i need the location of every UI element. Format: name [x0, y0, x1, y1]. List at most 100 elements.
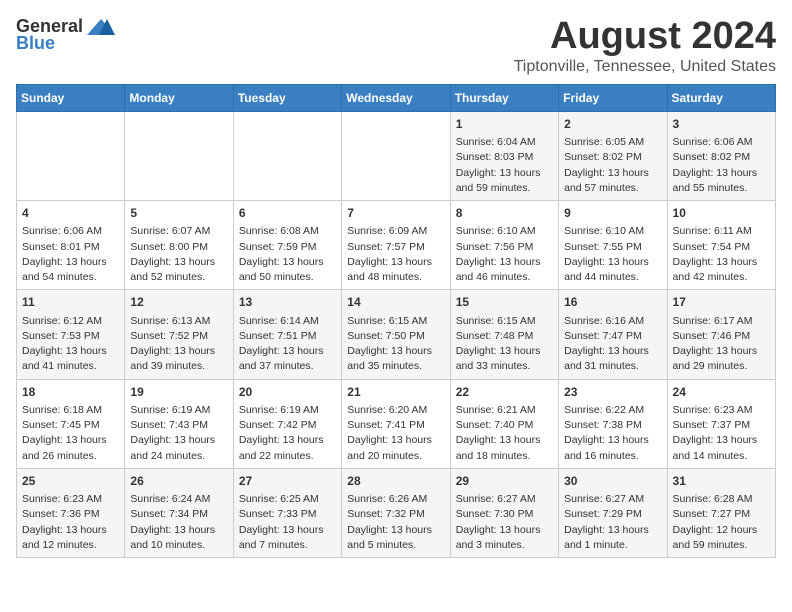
- day-number: 20: [239, 384, 336, 401]
- day-number: 22: [456, 384, 553, 401]
- cell-content: Sunrise: 6:23 AM Sunset: 7:36 PM Dayligh…: [22, 492, 119, 553]
- calendar-cell: 4 Sunrise: 6:06 AM Sunset: 8:01 PM Daylig…: [17, 201, 125, 290]
- cell-content: Sunrise: 6:24 AM Sunset: 7:34 PM Dayligh…: [130, 492, 227, 553]
- day-header-wednesday: Wednesday: [342, 84, 450, 111]
- cell-content: Sunrise: 6:10 AM Sunset: 7:56 PM Dayligh…: [456, 224, 553, 285]
- day-number: 17: [673, 294, 770, 311]
- calendar-cell: [125, 111, 233, 200]
- day-number: 16: [564, 294, 661, 311]
- day-number: 12: [130, 294, 227, 311]
- cell-content: Sunrise: 6:22 AM Sunset: 7:38 PM Dayligh…: [564, 403, 661, 464]
- calendar-week-row: 1 Sunrise: 6:04 AM Sunset: 8:03 PM Daylig…: [17, 111, 776, 200]
- title-area: August 2024 Tiptonville, Tennessee, Unit…: [514, 16, 776, 76]
- header: General Blue August 2024 Tiptonville, Te…: [16, 16, 776, 76]
- day-header-monday: Monday: [125, 84, 233, 111]
- calendar-cell: [342, 111, 450, 200]
- cell-content: Sunrise: 6:12 AM Sunset: 7:53 PM Dayligh…: [22, 314, 119, 375]
- page-title: August 2024: [514, 16, 776, 58]
- cell-content: Sunrise: 6:13 AM Sunset: 7:52 PM Dayligh…: [130, 314, 227, 375]
- calendar-cell: 24 Sunrise: 6:23 AM Sunset: 7:37 PM Dayli…: [667, 379, 775, 468]
- calendar-week-row: 4 Sunrise: 6:06 AM Sunset: 8:01 PM Daylig…: [17, 201, 776, 290]
- cell-content: Sunrise: 6:14 AM Sunset: 7:51 PM Dayligh…: [239, 314, 336, 375]
- day-header-thursday: Thursday: [450, 84, 558, 111]
- cell-content: Sunrise: 6:15 AM Sunset: 7:48 PM Dayligh…: [456, 314, 553, 375]
- calendar-cell: 21 Sunrise: 6:20 AM Sunset: 7:41 PM Dayli…: [342, 379, 450, 468]
- calendar-cell: 9Sunrise: 6:10 AM Sunset: 7:55 PM Daylig…: [559, 201, 667, 290]
- calendar-cell: 23 Sunrise: 6:22 AM Sunset: 7:38 PM Dayli…: [559, 379, 667, 468]
- cell-content: Sunrise: 6:06 AM Sunset: 8:01 PM Dayligh…: [22, 224, 119, 285]
- calendar-cell: 27Sunrise: 6:25 AM Sunset: 7:33 PM Dayli…: [233, 468, 341, 557]
- day-number: 6: [239, 205, 336, 222]
- cell-content: Sunrise: 6:15 AM Sunset: 7:50 PM Dayligh…: [347, 314, 444, 375]
- day-number: 26: [130, 473, 227, 490]
- day-number: 5: [130, 205, 227, 222]
- calendar-cell: 13 Sunrise: 6:14 AM Sunset: 7:51 PM Dayli…: [233, 290, 341, 379]
- calendar-cell: 14 Sunrise: 6:15 AM Sunset: 7:50 PM Dayli…: [342, 290, 450, 379]
- calendar-cell: 1 Sunrise: 6:04 AM Sunset: 8:03 PM Daylig…: [450, 111, 558, 200]
- calendar-cell: 10 Sunrise: 6:11 AM Sunset: 7:54 PM Dayli…: [667, 201, 775, 290]
- calendar-cell: 12 Sunrise: 6:13 AM Sunset: 7:52 PM Dayli…: [125, 290, 233, 379]
- day-number: 10: [673, 205, 770, 222]
- cell-content: Sunrise: 6:28 AM Sunset: 7:27 PM Dayligh…: [673, 492, 770, 553]
- calendar-cell: 20 Sunrise: 6:19 AM Sunset: 7:42 PM Dayli…: [233, 379, 341, 468]
- calendar-cell: 19 Sunrise: 6:19 AM Sunset: 7:43 PM Dayli…: [125, 379, 233, 468]
- cell-content: Sunrise: 6:16 AM Sunset: 7:47 PM Dayligh…: [564, 314, 661, 375]
- calendar-cell: [17, 111, 125, 200]
- day-number: 1: [456, 116, 553, 133]
- day-number: 29: [456, 473, 553, 490]
- calendar-cell: 22 Sunrise: 6:21 AM Sunset: 7:40 PM Dayli…: [450, 379, 558, 468]
- calendar-week-row: 25 Sunrise: 6:23 AM Sunset: 7:36 PM Dayli…: [17, 468, 776, 557]
- cell-content: Sunrise: 6:20 AM Sunset: 7:41 PM Dayligh…: [347, 403, 444, 464]
- cell-content: Sunrise: 6:09 AM Sunset: 7:57 PM Dayligh…: [347, 224, 444, 285]
- logo-icon: [87, 17, 115, 37]
- calendar-cell: 2Sunrise: 6:05 AM Sunset: 8:02 PM Daylig…: [559, 111, 667, 200]
- calendar-cell: 5 Sunrise: 6:07 AM Sunset: 8:00 PM Daylig…: [125, 201, 233, 290]
- day-number: 15: [456, 294, 553, 311]
- day-number: 18: [22, 384, 119, 401]
- calendar-cell: 28Sunrise: 6:26 AM Sunset: 7:32 PM Dayli…: [342, 468, 450, 557]
- day-header-saturday: Saturday: [667, 84, 775, 111]
- cell-content: Sunrise: 6:11 AM Sunset: 7:54 PM Dayligh…: [673, 224, 770, 285]
- logo-blue-text: Blue: [16, 33, 55, 54]
- calendar-cell: 17Sunrise: 6:17 AM Sunset: 7:46 PM Dayli…: [667, 290, 775, 379]
- day-number: 21: [347, 384, 444, 401]
- calendar-cell: 7 Sunrise: 6:09 AM Sunset: 7:57 PM Daylig…: [342, 201, 450, 290]
- day-number: 2: [564, 116, 661, 133]
- cell-content: Sunrise: 6:25 AM Sunset: 7:33 PM Dayligh…: [239, 492, 336, 553]
- cell-content: Sunrise: 6:06 AM Sunset: 8:02 PM Dayligh…: [673, 135, 770, 196]
- cell-content: Sunrise: 6:27 AM Sunset: 7:30 PM Dayligh…: [456, 492, 553, 553]
- cell-content: Sunrise: 6:21 AM Sunset: 7:40 PM Dayligh…: [456, 403, 553, 464]
- day-number: 4: [22, 205, 119, 222]
- day-number: 14: [347, 294, 444, 311]
- calendar-week-row: 18Sunrise: 6:18 AM Sunset: 7:45 PM Dayli…: [17, 379, 776, 468]
- cell-content: Sunrise: 6:23 AM Sunset: 7:37 PM Dayligh…: [673, 403, 770, 464]
- day-number: 3: [673, 116, 770, 133]
- day-number: 11: [22, 294, 119, 311]
- calendar-cell: 30Sunrise: 6:27 AM Sunset: 7:29 PM Dayli…: [559, 468, 667, 557]
- day-number: 8: [456, 205, 553, 222]
- cell-content: Sunrise: 6:07 AM Sunset: 8:00 PM Dayligh…: [130, 224, 227, 285]
- calendar-week-row: 11 Sunrise: 6:12 AM Sunset: 7:53 PM Dayli…: [17, 290, 776, 379]
- day-number: 31: [673, 473, 770, 490]
- calendar-cell: [233, 111, 341, 200]
- day-header-tuesday: Tuesday: [233, 84, 341, 111]
- cell-content: Sunrise: 6:19 AM Sunset: 7:42 PM Dayligh…: [239, 403, 336, 464]
- calendar-cell: 29 Sunrise: 6:27 AM Sunset: 7:30 PM Dayli…: [450, 468, 558, 557]
- calendar-cell: 8 Sunrise: 6:10 AM Sunset: 7:56 PM Daylig…: [450, 201, 558, 290]
- page-subtitle: Tiptonville, Tennessee, United States: [514, 58, 776, 76]
- calendar-cell: 6Sunrise: 6:08 AM Sunset: 7:59 PM Daylig…: [233, 201, 341, 290]
- calendar-cell: 3 Sunrise: 6:06 AM Sunset: 8:02 PM Daylig…: [667, 111, 775, 200]
- cell-content: Sunrise: 6:19 AM Sunset: 7:43 PM Dayligh…: [130, 403, 227, 464]
- day-header-sunday: Sunday: [17, 84, 125, 111]
- day-number: 13: [239, 294, 336, 311]
- day-number: 24: [673, 384, 770, 401]
- day-number: 19: [130, 384, 227, 401]
- day-number: 23: [564, 384, 661, 401]
- cell-content: Sunrise: 6:26 AM Sunset: 7:32 PM Dayligh…: [347, 492, 444, 553]
- cell-content: Sunrise: 6:27 AM Sunset: 7:29 PM Dayligh…: [564, 492, 661, 553]
- day-number: 7: [347, 205, 444, 222]
- day-number: 25: [22, 473, 119, 490]
- cell-content: Sunrise: 6:04 AM Sunset: 8:03 PM Dayligh…: [456, 135, 553, 196]
- calendar-cell: 16 Sunrise: 6:16 AM Sunset: 7:47 PM Dayli…: [559, 290, 667, 379]
- logo: General Blue: [16, 16, 115, 54]
